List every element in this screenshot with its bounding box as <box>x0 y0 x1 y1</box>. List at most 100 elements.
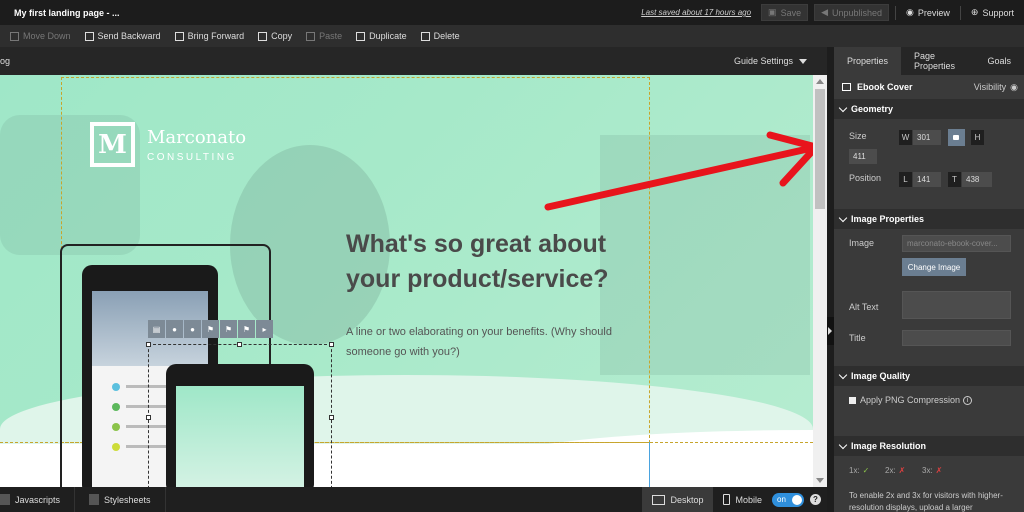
image-label: Image <box>849 238 875 248</box>
flag-icon[interactable]: ⚑ <box>202 320 219 338</box>
bullet-dot <box>112 383 120 391</box>
duplicate-button[interactable]: Duplicate <box>356 31 407 41</box>
image-resolution-title: Image Resolution <box>851 441 927 451</box>
tab-properties[interactable]: Properties <box>834 47 902 75</box>
alt-text-field[interactable] <box>902 291 1011 319</box>
width-label: W <box>899 130 912 145</box>
lock-icon[interactable] <box>948 129 965 146</box>
edit-toolbar: Move Down Send Backward Bring Forward Co… <box>0 25 1024 47</box>
resolution-1x: 1x: ✓ <box>849 466 869 475</box>
save-button[interactable]: ▣ Save <box>761 4 809 21</box>
move-down-button[interactable]: Move Down <box>10 31 71 41</box>
support-button[interactable]: ⊕ Support <box>967 7 1018 18</box>
save-label: Save <box>780 7 802 18</box>
image-selection-box[interactable] <box>146 342 334 487</box>
top-field[interactable]: 438 <box>962 172 992 187</box>
unpublished-button[interactable]: ◀ Unpublished <box>814 4 890 21</box>
stylesheets-button[interactable]: Stylesheets <box>75 487 166 512</box>
image-icon <box>842 83 851 91</box>
title-field[interactable] <box>902 330 1011 346</box>
divider <box>959 5 961 20</box>
resize-handle[interactable] <box>146 415 151 420</box>
guide-settings-label: Guide Settings <box>733 56 793 66</box>
js-file-icon <box>0 494 10 505</box>
stylesheets-label: Stylesheets <box>104 494 151 505</box>
preview-button[interactable]: ◉ Preview <box>902 7 954 18</box>
bring-forward-button[interactable]: Bring Forward <box>174 31 244 41</box>
paste-button[interactable]: Paste <box>306 31 342 41</box>
send-backward-button[interactable]: Send Backward <box>84 31 161 41</box>
image-resolution-section-header[interactable]: Image Resolution <box>834 436 1024 456</box>
chevron-down-icon <box>838 440 848 449</box>
bottom-bar: Javascripts Stylesheets Desktop Mobile o… <box>0 487 827 512</box>
width-field[interactable]: 301 <box>913 130 941 145</box>
duplicate-label: Duplicate <box>369 31 407 41</box>
tab-goals[interactable]: Goals <box>974 47 1024 75</box>
resize-handle[interactable] <box>329 415 334 420</box>
chevron-down-icon <box>838 213 848 222</box>
last-saved-link[interactable]: Last saved about 17 hours ago <box>641 8 751 17</box>
toggle-knob <box>792 494 802 505</box>
delete-button[interactable]: Delete <box>420 31 460 41</box>
resolution-1x-label: 1x: <box>849 466 860 475</box>
preview-label: Preview <box>917 7 950 18</box>
tab-page-properties[interactable]: Page Properties <box>901 47 974 75</box>
more-icon[interactable]: ▸ <box>256 320 273 338</box>
page-canvas[interactable]: M Marconato CONSULTING What's so great a… <box>0 75 813 487</box>
visibility-toggle[interactable]: Visibility ◉ <box>974 82 1018 93</box>
png-compression-label: Apply PNG Compression <box>860 395 961 405</box>
canvas-scrollbar[interactable] <box>813 75 827 487</box>
image-filename-field[interactable]: marconato-ebook-cover... <box>902 235 1011 252</box>
checkmark-icon: ✓ <box>862 466 870 475</box>
collapse-panel-toggle[interactable] <box>827 317 834 345</box>
desktop-view-button[interactable]: Desktop <box>642 487 714 512</box>
scroll-down-icon[interactable] <box>816 478 824 483</box>
info-icon[interactable]: i <box>963 395 973 405</box>
resize-handle[interactable] <box>329 342 334 347</box>
javascripts-button[interactable]: Javascripts <box>0 487 76 512</box>
change-image-button[interactable]: Change Image <box>902 258 966 276</box>
geometry-section-header[interactable]: Geometry <box>834 99 1024 119</box>
help-icon[interactable]: ? <box>810 494 821 505</box>
resolution-2x-label: 2x: <box>885 466 896 475</box>
chevron-down-icon <box>838 103 848 112</box>
left-field[interactable]: 141 <box>913 172 941 187</box>
flag-icon[interactable]: ⚑ <box>220 320 237 338</box>
copy-icon <box>258 31 268 41</box>
guide-bar: og Guide Settings <box>0 47 827 75</box>
copy-button[interactable]: Copy <box>258 31 292 41</box>
image-resolution-section: 1x: ✓ 2x: ✗ 3x: ✗ To enable 2x and 3x for v… <box>834 456 1024 512</box>
scroll-thumb[interactable] <box>815 89 825 209</box>
vertical-guide-line <box>649 442 650 487</box>
top-bar: My first landing page - ... Last saved a… <box>0 0 1024 25</box>
cross-icon: ✗ <box>898 466 906 475</box>
flag-icon[interactable]: ⚑ <box>238 320 255 338</box>
image-properties-title: Image Properties <box>851 214 925 224</box>
user-icon[interactable]: ● <box>166 320 183 338</box>
resize-handle[interactable] <box>237 342 242 347</box>
height-label: H <box>971 130 984 145</box>
guide-settings-dropdown[interactable]: Guide Settings <box>734 56 807 66</box>
mobile-view-button[interactable]: Mobile <box>713 487 772 512</box>
align-left-icon[interactable]: ▤ <box>148 320 165 338</box>
paste-icon <box>306 31 316 41</box>
image-quality-section: Apply PNG Compression i <box>834 386 1024 436</box>
image-quality-section-header[interactable]: Image Quality <box>834 366 1024 386</box>
mobile-toggle[interactable]: on <box>772 492 804 507</box>
element-quick-toolbar: ▤ ● ● ⚑ ⚑ ⚑ ▸ <box>148 320 273 338</box>
eye-icon: ◉ <box>906 7 914 17</box>
image-properties-section-header[interactable]: Image Properties <box>834 209 1024 229</box>
geometry-title: Geometry <box>851 104 894 114</box>
save-icon: ▣ <box>768 7 777 17</box>
resize-handle[interactable] <box>146 342 151 347</box>
duplicate-icon <box>356 31 366 41</box>
desktop-label: Desktop <box>670 494 704 505</box>
height-field[interactable]: 411 <box>849 149 877 164</box>
page-title[interactable]: My first landing page - ... <box>14 8 120 18</box>
trash-icon <box>420 31 430 41</box>
scroll-up-icon[interactable] <box>816 79 824 84</box>
panel-tabs: Properties Page Properties Goals <box>834 47 1024 75</box>
user-icon[interactable]: ● <box>184 320 201 338</box>
phone-icon <box>723 494 731 505</box>
png-compression-checkbox[interactable] <box>849 396 856 404</box>
